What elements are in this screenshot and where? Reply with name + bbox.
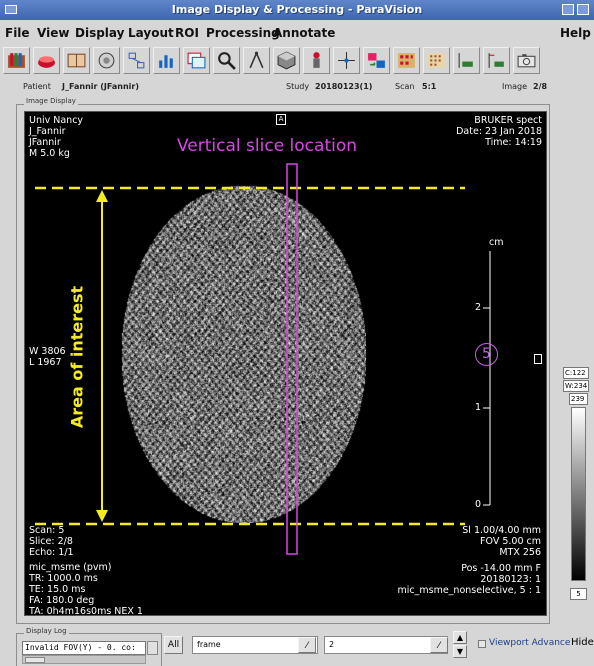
scale-label-1: 1 bbox=[475, 402, 482, 413]
patient-label: Patient bbox=[23, 82, 51, 91]
image-display-label: Image Display bbox=[24, 97, 78, 105]
menu-layout[interactable]: Layout bbox=[128, 26, 174, 40]
menu-bar: File View Display Layout ROI Processing … bbox=[0, 22, 594, 44]
spin-up-icon[interactable]: ▲ bbox=[453, 631, 467, 644]
display-log-text[interactable]: Invalid FOV(Y) - 0. co: bbox=[22, 641, 146, 655]
toolbar bbox=[0, 46, 594, 76]
study-label: Study bbox=[286, 82, 310, 91]
spin-down-icon[interactable]: ▼ bbox=[453, 645, 467, 658]
overlay-top-right: BRUKER spect Date: 23 Jan 2018 Time: 14:… bbox=[456, 115, 542, 148]
display-log-label: Display Log bbox=[24, 627, 69, 635]
menu-annotate[interactable]: Annotate bbox=[273, 26, 335, 40]
count-field-edit-icon[interactable]: ⁄ bbox=[430, 637, 448, 653]
log-scroll-icon[interactable] bbox=[147, 641, 158, 655]
patient-value: J_Fannir (JFannir) bbox=[62, 82, 139, 91]
menu-help[interactable]: Help bbox=[560, 26, 591, 40]
aoi-arrow-top bbox=[96, 190, 108, 202]
overlay-bottom-right-geometry: Sl 1.00/4.00 mm FOV 5.00 cm MTX 256 bbox=[462, 525, 541, 558]
histogram-icon[interactable] bbox=[153, 47, 180, 74]
person-icon[interactable] bbox=[303, 47, 330, 74]
log-scroll-thumb[interactable] bbox=[25, 657, 45, 663]
side-marker-icon bbox=[534, 354, 542, 364]
cube-icon[interactable] bbox=[273, 47, 300, 74]
image-label: Image bbox=[502, 82, 528, 91]
menu-display[interactable]: Display bbox=[75, 26, 124, 40]
hide-button[interactable]: Hide bbox=[571, 637, 594, 648]
window-stack-icon[interactable] bbox=[183, 47, 210, 74]
vertical-slice-annotation: Vertical slice location bbox=[177, 136, 358, 156]
grayscale-bar[interactable] bbox=[571, 407, 586, 581]
max-value: 239 bbox=[569, 393, 588, 405]
all-button[interactable]: All bbox=[164, 636, 183, 654]
globe-icon[interactable] bbox=[93, 47, 120, 74]
menu-processing[interactable]: Processing bbox=[206, 26, 280, 40]
window-title: Image Display & Processing - ParaVision bbox=[171, 3, 423, 16]
magnifier-icon[interactable] bbox=[213, 47, 240, 74]
profile-vertical-icon[interactable] bbox=[483, 47, 510, 74]
menu-view[interactable]: View bbox=[37, 26, 69, 40]
red-book-icon[interactable] bbox=[33, 47, 60, 74]
scan-label: Scan bbox=[395, 82, 415, 91]
menu-file[interactable]: File bbox=[5, 26, 30, 40]
info-row: Patient J_Fannir (JFannir) Study 2018012… bbox=[0, 79, 594, 95]
grid-dotted-icon[interactable] bbox=[423, 47, 450, 74]
log-scrollbar[interactable] bbox=[22, 655, 146, 664]
paravision-window: Image Display & Processing - ParaVision … bbox=[0, 0, 594, 666]
study-value: 20180123(1) bbox=[315, 82, 373, 91]
menu-roi[interactable]: ROI bbox=[175, 26, 199, 40]
viewport-advance-checkbox[interactable] bbox=[478, 640, 486, 648]
viewport-advance-label[interactable]: Viewport Advance bbox=[489, 638, 570, 648]
image-viewport[interactable]: Univ Nancy J_Fannir JFannir M 5.0 kg BRU… bbox=[24, 111, 547, 617]
scale-label-2: 2 bbox=[475, 302, 482, 313]
min-value: 5 bbox=[570, 588, 587, 600]
crosshair-icon[interactable] bbox=[333, 47, 360, 74]
frame-field-edit-icon[interactable]: ⁄ bbox=[298, 637, 316, 653]
image-value: 2/8 bbox=[533, 82, 548, 91]
book-icon[interactable] bbox=[63, 47, 90, 74]
network-icon[interactable] bbox=[123, 47, 150, 74]
scale-unit: cm bbox=[489, 237, 504, 248]
maximize-icon[interactable] bbox=[577, 4, 589, 15]
overlay-wl: W 3806 L 1967 bbox=[29, 346, 66, 368]
center-value: C:122 bbox=[563, 367, 589, 379]
overlay-top-left: Univ Nancy J_Fannir JFannir M 5.0 kg bbox=[29, 115, 84, 159]
profile-horizontal-icon[interactable] bbox=[453, 47, 480, 74]
minimize-icon[interactable] bbox=[562, 4, 574, 15]
scan-value: 5:1 bbox=[422, 82, 437, 91]
area-of-interest-annotation: Area of interest bbox=[67, 285, 87, 429]
annotation-number: 5 bbox=[475, 343, 498, 366]
title-bar[interactable]: Image Display & Processing - ParaVision bbox=[0, 0, 594, 20]
overlay-bottom-right-position: Pos -14.00 mm F 20180123: 1 mic_msme_non… bbox=[397, 563, 541, 596]
camera-icon[interactable] bbox=[513, 47, 540, 74]
phantom-image bbox=[121, 185, 366, 523]
orientation-marker: A bbox=[276, 114, 286, 125]
width-value: W:234 bbox=[563, 380, 589, 392]
compass-icon[interactable] bbox=[243, 47, 270, 74]
exchange-icon[interactable] bbox=[363, 47, 390, 74]
overlay-bottom-left: Scan: 5 Slice: 2/8 Echo: 1/1 mic_msme (p… bbox=[29, 525, 143, 617]
grid-icon[interactable] bbox=[393, 47, 420, 74]
scale-label-0: 0 bbox=[475, 499, 482, 510]
folder-icon[interactable] bbox=[3, 47, 30, 74]
aoi-arrow-bottom bbox=[96, 510, 108, 522]
